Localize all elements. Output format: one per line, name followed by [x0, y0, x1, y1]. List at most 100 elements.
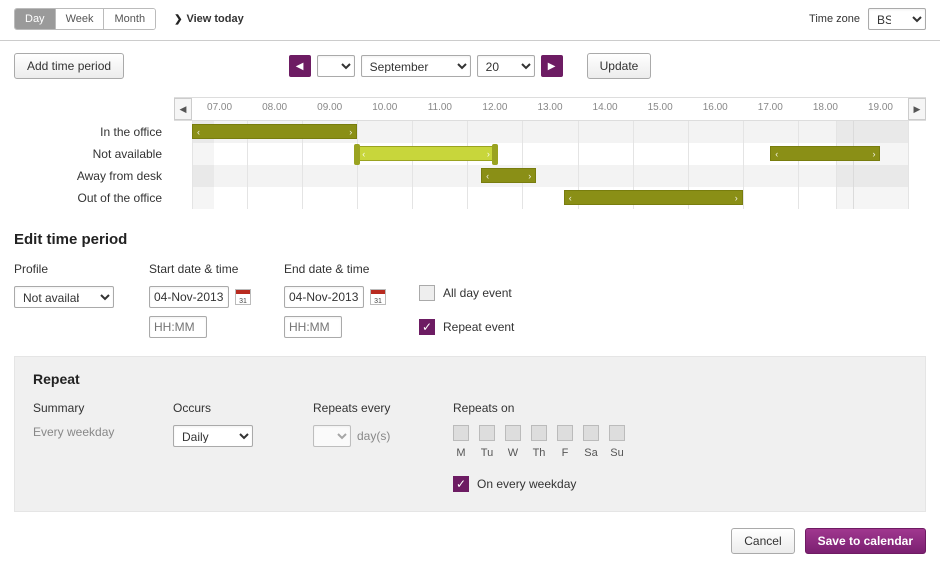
day-f: F: [557, 425, 573, 459]
hour-label: 13.00: [537, 102, 562, 113]
days-row: MTuWThFSaSu: [453, 425, 907, 459]
add-time-period-button[interactable]: Add time period: [14, 53, 124, 79]
timeline-row[interactable]: ‹›: [192, 187, 908, 209]
footer-actions: Cancel Save to calendar: [0, 512, 940, 570]
tab-week[interactable]: Week: [55, 9, 104, 29]
hour-label: 18.00: [813, 102, 838, 113]
end-time-input[interactable]: [284, 316, 342, 338]
day-label: Th: [533, 447, 546, 459]
chevron-right-icon: ❯: [174, 14, 182, 25]
hour-label: 14.00: [593, 102, 618, 113]
day-label: F: [562, 447, 569, 459]
hour-label: 19.00: [868, 102, 893, 113]
end-date-input[interactable]: [284, 286, 364, 308]
time-bar[interactable]: ‹›: [357, 146, 495, 161]
repeats-on-col: Repeats on MTuWThFSaSu ✓ On every weekda…: [453, 401, 907, 495]
timeline-row-label: Out of the office: [14, 187, 174, 209]
hour-label: 09.00: [317, 102, 342, 113]
time-bar[interactable]: ‹›: [481, 168, 536, 183]
month-select[interactable]: September: [361, 55, 471, 77]
repeat-checkbox[interactable]: ✓: [419, 319, 435, 335]
repeats-on-label: Repeats on: [453, 401, 907, 415]
prev-day-button[interactable]: ◀: [289, 55, 311, 77]
timeline: ◀07.0008.0009.0010.0011.0012.0013.0014.0…: [0, 91, 940, 209]
timezone-group: Time zone BST: [809, 8, 926, 30]
controls-row: Add time period ◀ 19 September 2013 ▶ Up…: [0, 41, 940, 91]
profile-col: Profile Not available: [14, 262, 149, 338]
repeats-every-col: Repeats every 1 day(s): [313, 401, 453, 447]
timeline-row[interactable]: ‹›: [192, 121, 908, 143]
calendar-icon[interactable]: [370, 289, 386, 305]
options-col: All day event ✓ Repeat event: [419, 262, 619, 338]
start-time-input[interactable]: [149, 316, 207, 338]
tab-month[interactable]: Month: [103, 9, 155, 29]
view-today-link[interactable]: ❯ View today: [174, 13, 244, 25]
tab-day[interactable]: Day: [15, 9, 55, 29]
day-checkbox[interactable]: [583, 425, 599, 441]
topbar: Day Week Month ❯ View today Time zone BS…: [0, 0, 940, 41]
start-label: Start date & time: [149, 262, 284, 276]
hour-label: 08.00: [262, 102, 287, 113]
bar-handle-left-icon: ‹: [486, 171, 489, 181]
day-tu: Tu: [479, 425, 495, 459]
day-w: W: [505, 425, 521, 459]
view-tabs: Day Week Month: [14, 8, 156, 30]
hour-label: 07.00: [207, 102, 232, 113]
hour-label: 17.00: [758, 102, 783, 113]
day-checkbox[interactable]: [557, 425, 573, 441]
weekday-checkbox[interactable]: ✓: [453, 476, 469, 492]
bar-handle-right-icon: ›: [528, 171, 531, 181]
hour-label: 12.00: [482, 102, 507, 113]
repeat-label: Repeat event: [443, 320, 514, 334]
timeline-row[interactable]: ‹›: [192, 165, 908, 187]
day-checkbox[interactable]: [505, 425, 521, 441]
day-label: Tu: [481, 447, 493, 459]
bar-handle-right-icon: ›: [872, 149, 875, 159]
scroll-right-button[interactable]: ▶: [908, 98, 926, 120]
bar-handle-left-icon: ‹: [775, 149, 778, 159]
profile-label: Profile: [14, 262, 149, 276]
weekday-label: On every weekday: [477, 477, 576, 491]
timeline-row-label: Away from desk: [14, 165, 174, 187]
edit-heading: Edit time period: [14, 231, 926, 248]
time-bar[interactable]: ‹›: [192, 124, 357, 139]
timezone-label: Time zone: [809, 13, 860, 25]
profile-select[interactable]: Not available: [14, 286, 114, 308]
day-label: Su: [610, 447, 623, 459]
year-select[interactable]: 2013: [477, 55, 535, 77]
resize-handle-right[interactable]: [492, 144, 498, 165]
start-col: Start date & time: [149, 262, 284, 338]
occurs-label: Occurs: [173, 401, 313, 415]
time-bar[interactable]: ‹›: [770, 146, 880, 161]
day-checkbox[interactable]: [531, 425, 547, 441]
occurs-select[interactable]: Daily: [173, 425, 253, 447]
start-date-input[interactable]: [149, 286, 229, 308]
resize-handle-left[interactable]: [354, 144, 360, 165]
update-button[interactable]: Update: [587, 53, 652, 79]
summary-value: Every weekday: [33, 425, 173, 439]
day-checkbox[interactable]: [479, 425, 495, 441]
allday-checkbox[interactable]: [419, 285, 435, 301]
allday-label: All day event: [443, 286, 512, 300]
repeats-every-label: Repeats every: [313, 401, 453, 415]
bar-handle-right-icon: ›: [349, 127, 352, 137]
summary-col: Summary Every weekday: [33, 401, 173, 439]
timezone-select[interactable]: BST: [868, 8, 926, 30]
calendar-icon[interactable]: [235, 289, 251, 305]
day-checkbox[interactable]: [609, 425, 625, 441]
scroll-left-button[interactable]: ◀: [174, 98, 192, 120]
day-checkbox[interactable]: [453, 425, 469, 441]
next-day-button[interactable]: ▶: [541, 55, 563, 77]
end-label: End date & time: [284, 262, 419, 276]
day-select[interactable]: 19: [317, 55, 355, 77]
timeline-row[interactable]: ‹›‹›: [192, 143, 908, 165]
day-label: Sa: [584, 447, 597, 459]
end-col: End date & time: [284, 262, 419, 338]
edit-time-period-section: Edit time period Profile Not available S…: [0, 209, 940, 338]
save-button[interactable]: Save to calendar: [805, 528, 926, 554]
day-su: Su: [609, 425, 625, 459]
time-bar[interactable]: ‹›: [564, 190, 743, 205]
summary-label: Summary: [33, 401, 173, 415]
cancel-button[interactable]: Cancel: [731, 528, 794, 554]
bar-handle-right-icon: ›: [735, 193, 738, 203]
